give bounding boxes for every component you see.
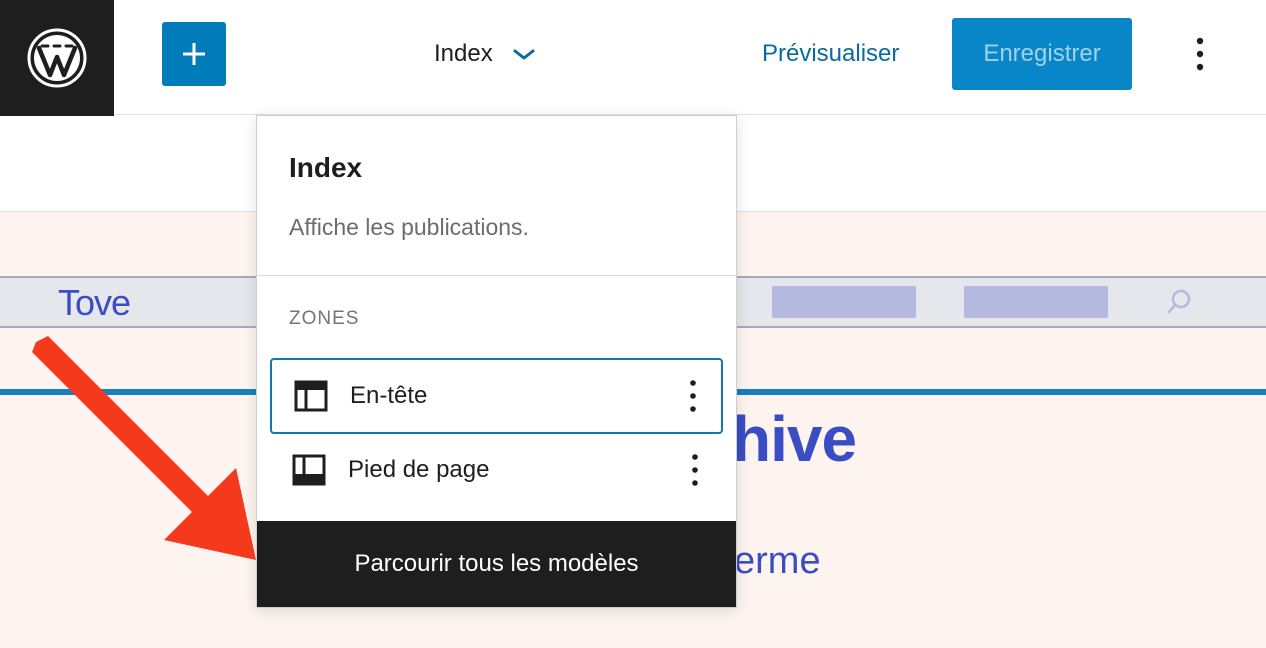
document-title-toggle[interactable]: Index — [434, 38, 537, 70]
save-button[interactable]: Enregistrer — [952, 18, 1132, 90]
nav-link-placeholder-1[interactable] — [772, 286, 916, 318]
site-title[interactable]: Tove — [58, 282, 131, 324]
editor-header: Index Prévisualiser Enregistrer — [0, 0, 1266, 116]
dropdown-divider — [257, 275, 736, 276]
archive-heading[interactable]: hive — [732, 402, 857, 476]
site-editor: Tove hive erme Index Prévisualiser Enreg… — [0, 0, 1266, 648]
template-description: Affiche les publications. — [289, 214, 529, 240]
vertical-ellipsis-icon[interactable] — [689, 379, 697, 413]
preview-button[interactable]: Prévisualiser — [762, 38, 899, 70]
zone-label: En-tête — [350, 382, 428, 409]
nav-link-placeholder-2[interactable] — [964, 286, 1108, 318]
zone-label: Pied de page — [348, 456, 490, 483]
document-title: Index — [434, 40, 493, 67]
search-icon[interactable] — [1166, 288, 1194, 316]
zone-item-header[interactable]: En-tête — [270, 358, 723, 434]
wordpress-logo-icon — [27, 28, 87, 88]
zones-section-label: ZONES — [289, 308, 360, 329]
archive-term-text[interactable]: erme — [734, 540, 821, 583]
template-title: Index — [289, 152, 363, 183]
browse-all-templates-button[interactable]: Parcourir tous les modèles — [257, 521, 736, 607]
vertical-ellipsis-icon — [1196, 37, 1204, 71]
wordpress-logo-button[interactable] — [0, 0, 114, 116]
template-details-dropdown: Index Affiche les publications. ZONES En… — [256, 115, 737, 608]
chevron-down-icon — [513, 49, 535, 60]
header-layout-icon — [294, 380, 328, 412]
vertical-ellipsis-icon[interactable] — [691, 453, 699, 487]
zone-item-footer[interactable]: Pied de page — [270, 432, 723, 508]
footer-layout-icon — [292, 454, 326, 486]
add-block-button[interactable] — [162, 22, 226, 86]
plus-icon — [183, 43, 205, 65]
options-menu-button[interactable] — [1178, 26, 1222, 82]
